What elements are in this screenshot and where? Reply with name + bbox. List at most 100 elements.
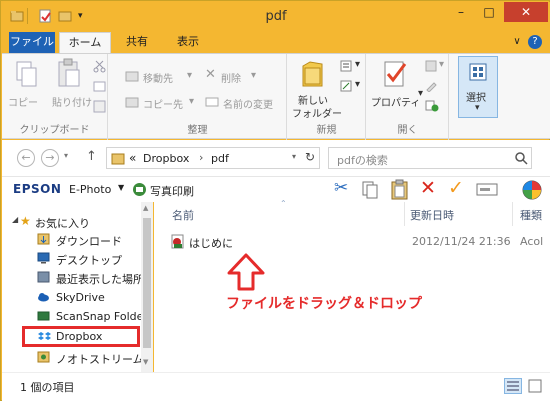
column-divider[interactable] xyxy=(512,202,513,226)
search-box[interactable]: pdfの検索 xyxy=(328,147,532,169)
delete-button[interactable]: 削除 xyxy=(221,70,241,85)
collapse-ribbon-icon[interactable]: ∨ xyxy=(510,35,524,49)
back-button[interactable]: ← xyxy=(17,149,35,167)
copy-icon[interactable] xyxy=(14,60,40,90)
open-dropdown-icon[interactable]: ▾ xyxy=(439,59,444,70)
clipboard-group-label: クリップボード xyxy=(19,125,90,136)
select-button[interactable]: 選択 ▾ xyxy=(458,56,498,118)
rename-icon[interactable] xyxy=(476,182,498,197)
large-icons-view-icon[interactable] xyxy=(526,378,544,394)
breadcrumb-pdf[interactable]: pdf xyxy=(211,152,229,165)
downloads-folder-icon xyxy=(37,233,50,245)
minimize-button[interactable]: – xyxy=(448,2,474,22)
collapse-arrow-icon[interactable]: ◢ xyxy=(12,215,18,224)
scrollbar-thumb[interactable] xyxy=(143,218,151,348)
delete-dropdown-icon[interactable]: ▾ xyxy=(251,70,256,81)
new-folder-icon[interactable] xyxy=(300,58,326,90)
new-group: 新しい フォルダー ▾ ▾ 新規 xyxy=(288,54,366,140)
rename-icon[interactable] xyxy=(205,96,219,108)
annotation-text: ファイルをドラッグ＆ドロップ xyxy=(226,296,422,312)
nav-item-downloads[interactable]: ダウンロード xyxy=(2,230,142,248)
refresh-icon[interactable]: ↻ xyxy=(305,150,315,164)
move-to-button[interactable]: 移動先 xyxy=(143,70,173,85)
copy-path-icon[interactable] xyxy=(93,80,106,93)
organize-group: 移動先 ▾ コピー先 ▾ ✕ 削除 ▾ 名前の変更 整理 xyxy=(109,54,287,140)
column-header-modified[interactable]: 更新日時 xyxy=(410,207,454,223)
scroll-up-icon[interactable]: ▲ xyxy=(143,204,148,212)
open-group: プロパティ ▾ ▾ 開く xyxy=(367,54,449,140)
forward-button[interactable]: → xyxy=(41,149,59,167)
maximize-button[interactable]: □ xyxy=(476,2,502,22)
search-icon[interactable] xyxy=(515,152,528,165)
properties-button[interactable]: プロパティ xyxy=(371,94,420,109)
ribbon: コピー 貼り付け クリップボード 移動先 ▾ コピー先 ▾ ✕ 削除 ▾ 名前の… xyxy=(2,53,550,140)
search-input[interactable]: pdfの検索 xyxy=(337,152,388,168)
tab-home[interactable]: ホーム xyxy=(59,32,111,53)
copy-icon[interactable] xyxy=(361,180,379,200)
nav-item-skydrive[interactable]: SkyDrive xyxy=(2,288,142,306)
file-type: Acol xyxy=(520,235,544,248)
checkmark-icon[interactable]: ✓ xyxy=(448,177,464,199)
address-history-dropdown-icon[interactable]: ▾ xyxy=(292,152,296,161)
easy-access-dropdown-icon[interactable]: ▾ xyxy=(355,79,360,90)
nav-item-notestream[interactable]: ノオトストリーム xyxy=(2,348,144,366)
easy-access-icon[interactable] xyxy=(340,80,354,92)
paste-icon[interactable] xyxy=(56,58,82,90)
history-icon[interactable] xyxy=(425,100,439,112)
nav-item-scansnap[interactable]: ScanSnap Folder xyxy=(2,307,148,325)
epson-app-name[interactable]: E-Photo xyxy=(69,183,111,196)
nav-item-label: ノオトストリーム xyxy=(56,353,144,366)
properties-dropdown-icon[interactable]: ▾ xyxy=(418,88,423,99)
paste-shortcut-icon[interactable] xyxy=(93,100,106,113)
file-modified: 2012/11/24 21:36 xyxy=(412,235,511,248)
photo-print-button[interactable]: 写真印刷 xyxy=(150,183,194,199)
photo-print-icon[interactable] xyxy=(132,182,147,197)
help-icon[interactable]: ? xyxy=(528,35,542,49)
nav-item-label: SkyDrive xyxy=(56,291,105,304)
tab-share[interactable]: 共有 xyxy=(115,32,159,53)
tab-view[interactable]: 表示 xyxy=(165,32,211,53)
copy-to-dropdown-icon[interactable]: ▾ xyxy=(189,96,194,107)
scroll-down-icon[interactable]: ▼ xyxy=(143,358,148,366)
cut-icon[interactable] xyxy=(93,60,106,73)
up-button[interactable]: ↑ xyxy=(86,149,97,164)
move-to-icon[interactable] xyxy=(125,70,139,82)
close-button[interactable]: ✕ xyxy=(504,2,548,22)
copy-to-button[interactable]: コピー先 xyxy=(143,96,183,111)
table-row[interactable]: はじめに 2012/11/24 21:36 Acol xyxy=(168,232,550,252)
delete-icon[interactable]: ✕ xyxy=(420,177,436,199)
color-wheel-icon[interactable] xyxy=(522,180,542,200)
delete-icon[interactable]: ✕ xyxy=(205,67,216,82)
edit-icon[interactable] xyxy=(425,80,439,92)
rename-button[interactable]: 名前の変更 xyxy=(223,96,273,111)
breadcrumb-dropbox[interactable]: Dropbox xyxy=(143,152,189,165)
new-item-icon[interactable] xyxy=(340,60,354,72)
copy-label[interactable]: コピー xyxy=(8,94,38,109)
new-folder-label-line2[interactable]: フォルダー xyxy=(292,105,342,120)
navigation-pane-scrollbar[interactable]: ▲ ▼ xyxy=(141,202,153,372)
navigation-bar: ← → ▾ ↑ « Dropbox › pdf ▾ ↻ pdfの検索 xyxy=(2,140,550,176)
column-header-type[interactable]: 種類 xyxy=(520,207,542,223)
nav-item-favorites[interactable]: ◢ ★ お気に入り xyxy=(2,212,142,230)
copy-to-icon[interactable] xyxy=(125,96,139,108)
address-bar[interactable]: « Dropbox › pdf ▾ ↻ xyxy=(106,147,320,169)
epson-menu-dropdown-icon[interactable]: ▼ xyxy=(118,183,124,192)
column-divider[interactable] xyxy=(404,202,405,226)
new-item-dropdown-icon[interactable]: ▾ xyxy=(355,59,360,70)
breadcrumb-separator[interactable]: › xyxy=(199,151,203,164)
recent-locations-icon[interactable]: ▾ xyxy=(64,151,68,160)
nav-item-dropbox[interactable]: Dropbox xyxy=(22,326,140,347)
nav-item-desktop[interactable]: デスクトップ xyxy=(2,249,142,267)
paste-label[interactable]: 貼り付け xyxy=(52,94,92,109)
tab-file[interactable]: ファイル xyxy=(9,32,55,53)
scissors-icon[interactable]: ✂ xyxy=(334,178,348,198)
move-to-dropdown-icon[interactable]: ▾ xyxy=(187,70,192,81)
breadcrumb-overflow[interactable]: « xyxy=(129,151,136,165)
open-icon[interactable] xyxy=(425,60,439,72)
open-group-label: 開く xyxy=(397,125,418,136)
details-view-icon[interactable] xyxy=(504,378,522,394)
paste-icon[interactable] xyxy=(390,179,410,200)
properties-icon[interactable] xyxy=(381,58,409,90)
column-header-name[interactable]: 名前 xyxy=(172,207,194,223)
nav-item-recent-places[interactable]: 最近表示した場所 xyxy=(2,268,144,286)
